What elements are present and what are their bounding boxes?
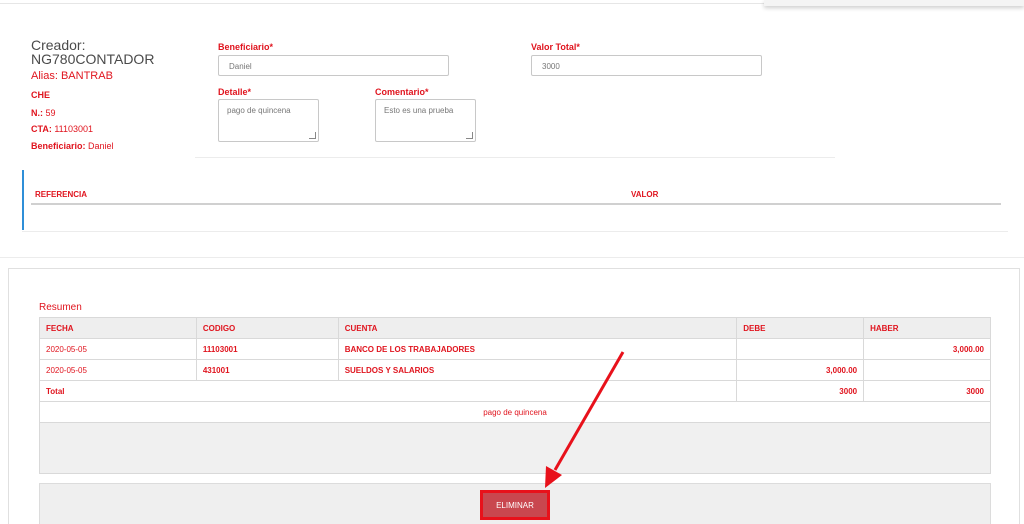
annotation-arrow-icon bbox=[545, 351, 625, 488]
